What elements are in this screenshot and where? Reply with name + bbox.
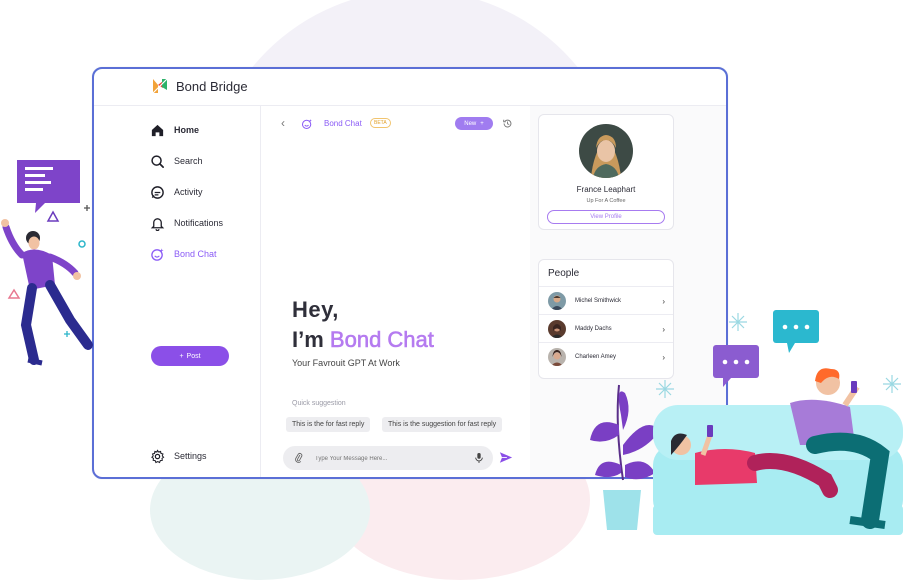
history-icon[interactable] <box>502 118 513 129</box>
post-button[interactable]: + Post <box>151 346 229 366</box>
new-chat-button[interactable]: New + <box>455 117 493 130</box>
beta-badge: BETA <box>370 118 391 128</box>
dancing-man-illustration <box>1 160 93 366</box>
sidebar: Home Search Activity Notifications Bond … <box>94 106 261 477</box>
message-input[interactable] <box>313 451 467 467</box>
quick-suggestion-label: Quick suggestion <box>292 400 346 407</box>
sidebar-item-label: Notifications <box>174 218 224 228</box>
paperclip-icon[interactable] <box>293 452 304 463</box>
chat-panel: ‹ Bond Chat BETA New + Hey, I’m Bond Cha… <box>261 106 529 477</box>
greeting-prefix: I’m <box>292 327 324 352</box>
activity-icon <box>151 185 164 199</box>
profile-name: France Leaphart <box>576 185 636 194</box>
person-name: Michel Smithwick <box>575 298 622 304</box>
sidebar-item-notifications[interactable]: Notifications <box>150 213 223 233</box>
bond-chat-icon <box>301 119 312 130</box>
chat-title: Bond Chat <box>324 119 362 128</box>
chevron-left-icon[interactable]: ‹ <box>281 116 285 130</box>
greeting-name: Bond Chat <box>329 327 435 353</box>
people-title: People <box>548 268 580 279</box>
app-header: Bond Bridge <box>94 69 726 106</box>
sidebar-item-settings[interactable]: Settings <box>150 446 207 466</box>
bell-icon <box>150 217 165 231</box>
plus-icon: + <box>480 120 484 127</box>
sidebar-item-activity[interactable]: Activity <box>150 182 203 202</box>
search-icon <box>151 154 164 168</box>
sidebar-item-label: Search <box>174 156 203 166</box>
sidebar-item-label: Home <box>174 125 200 135</box>
home-icon <box>151 124 164 136</box>
sidebar-item-home[interactable]: Home <box>150 120 199 140</box>
message-box <box>283 446 493 470</box>
sidebar-item-label: Activity <box>174 187 203 197</box>
brand-name: Bond Bridge <box>176 79 248 94</box>
greeting-line-1: Hey, <box>292 297 339 322</box>
logo-icon <box>152 78 168 94</box>
suggestion-chip[interactable]: This is the suggestion for fast reply <box>382 417 503 432</box>
sidebar-item-bond-chat[interactable]: Bond Chat <box>150 244 217 264</box>
sidebar-item-label: Bond Chat <box>174 249 217 259</box>
avatar <box>548 348 566 366</box>
avatar <box>579 124 633 178</box>
send-icon[interactable] <box>499 451 513 464</box>
avatar <box>548 292 566 310</box>
microphone-icon[interactable] <box>474 452 484 464</box>
profile-status: Up For A Coffee <box>586 198 626 204</box>
new-chat-label: New <box>464 120 477 127</box>
couch-illustration <box>590 310 903 535</box>
tagline: Your Favrouit GPT At Work <box>292 358 400 368</box>
plus-icon: + <box>179 352 184 360</box>
bond-chat-icon <box>151 247 164 261</box>
suggestion-chip[interactable]: This is the for fast reply <box>286 417 371 432</box>
profile-card: France Leaphart Up For A Coffee View Pro… <box>538 114 674 230</box>
chat-toolbar: ‹ Bond Chat BETA New + <box>261 116 529 134</box>
view-profile-button[interactable]: View Profile <box>547 210 665 224</box>
sidebar-item-label: Settings <box>174 451 207 461</box>
avatar <box>548 320 566 338</box>
post-label: Post <box>186 352 201 360</box>
gear-icon <box>151 448 165 463</box>
sidebar-item-search[interactable]: Search <box>150 151 203 171</box>
greeting-line-2: I’m Bond Chat <box>292 327 434 353</box>
